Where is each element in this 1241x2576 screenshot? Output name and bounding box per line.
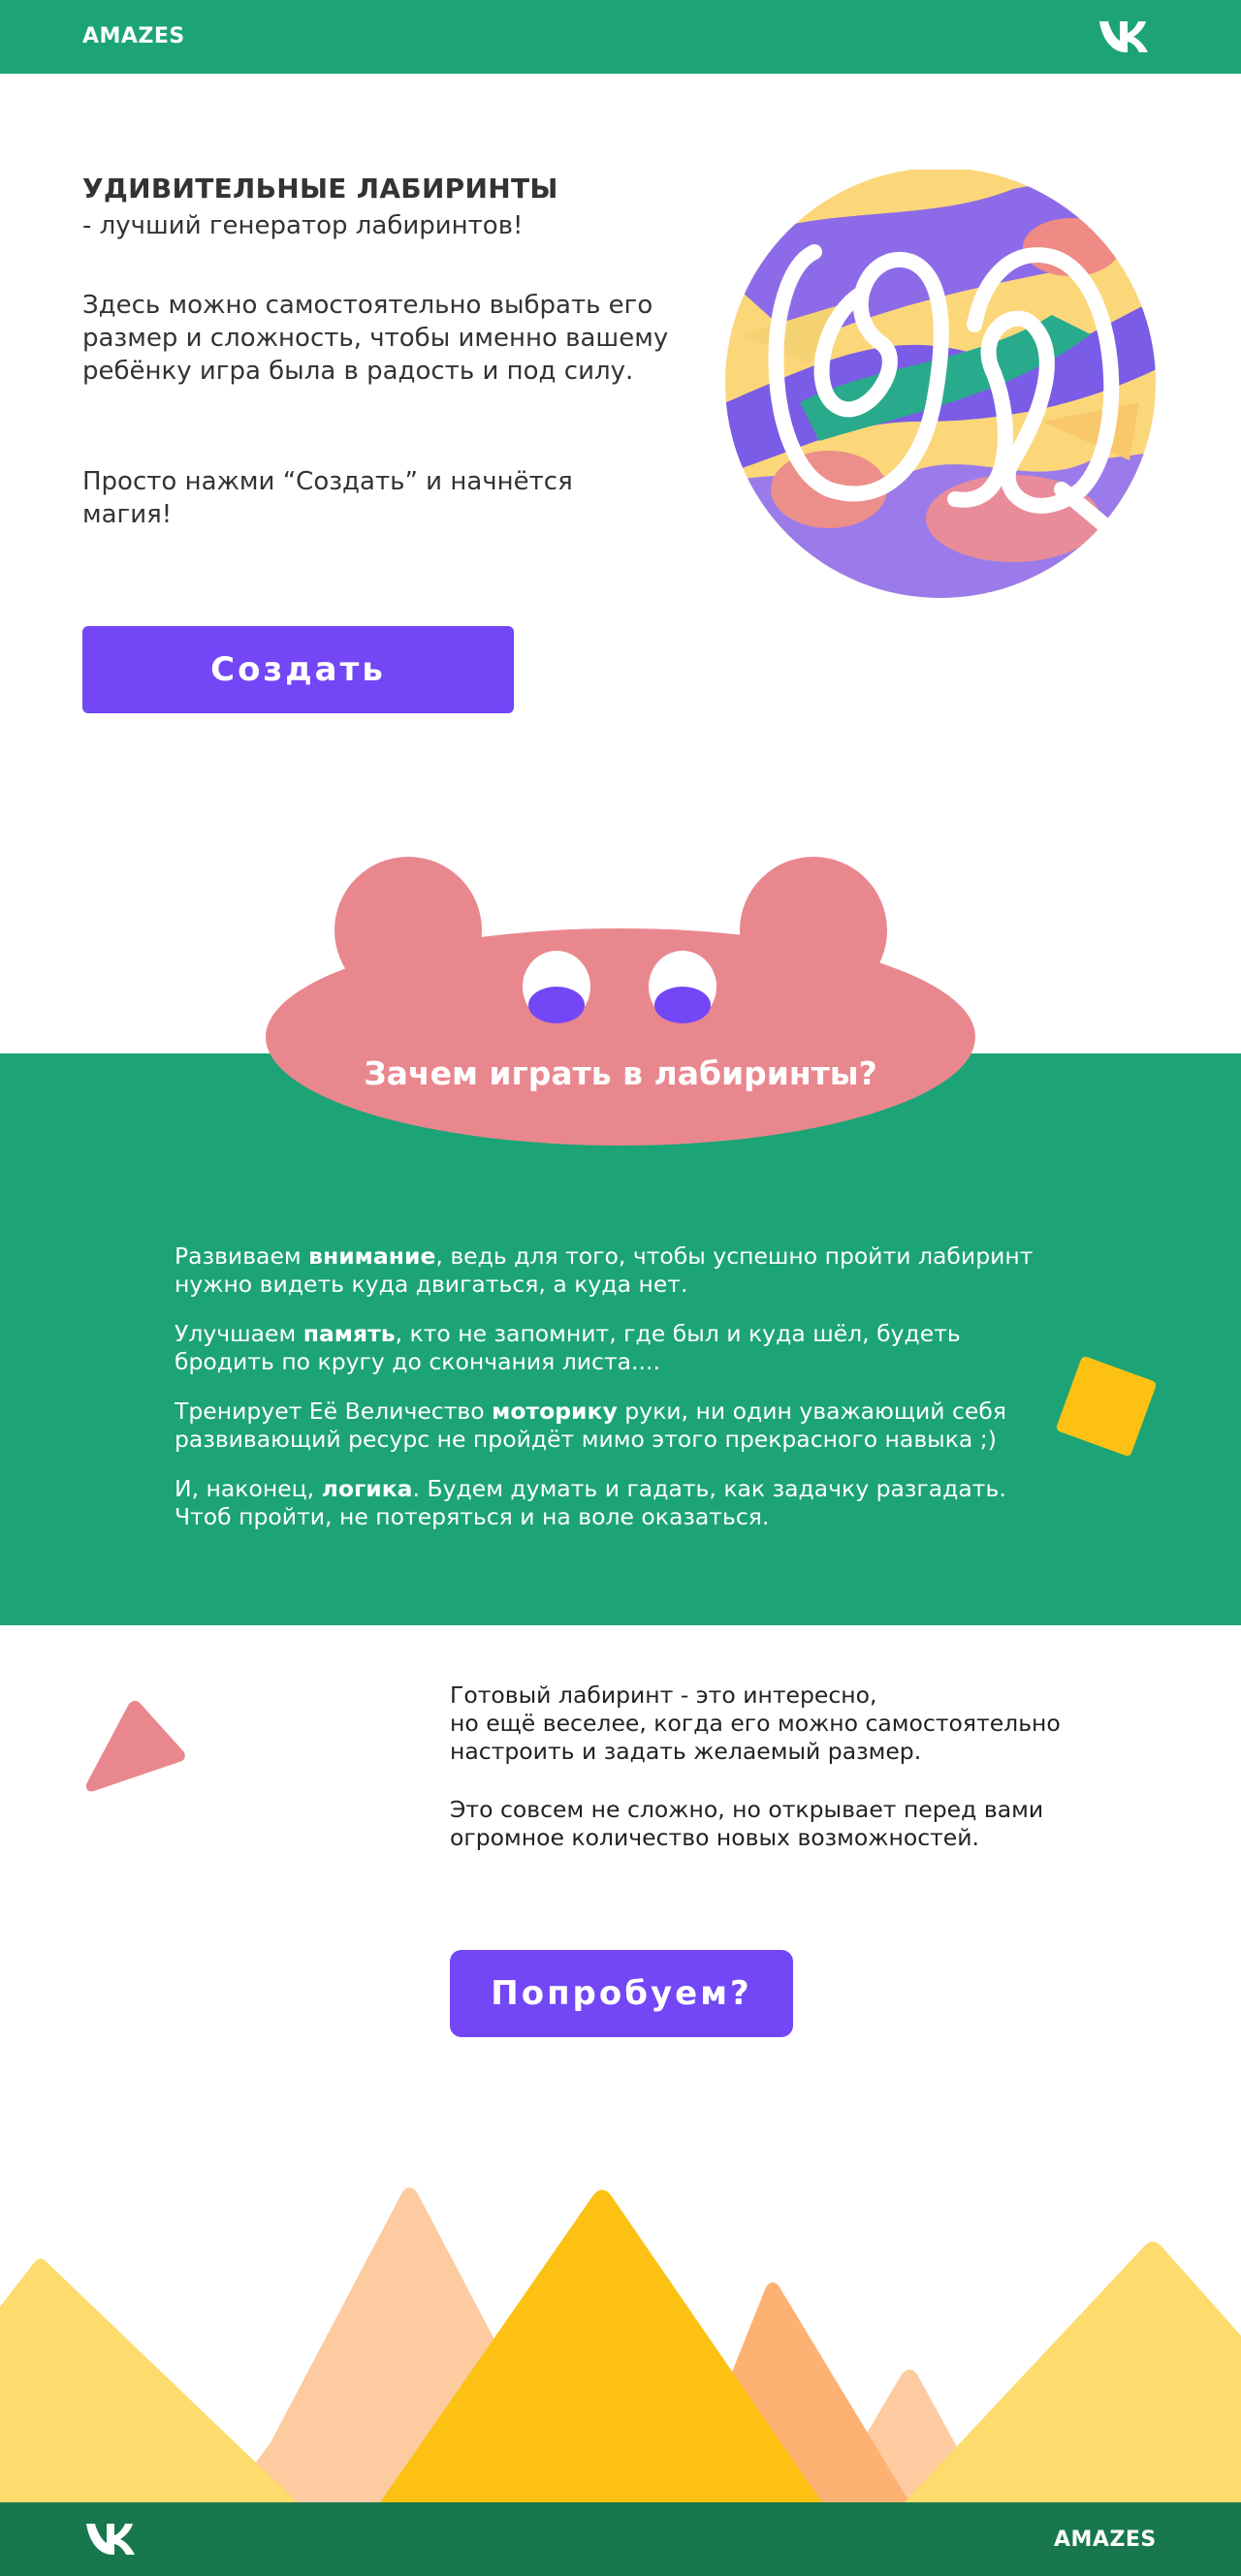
- benefit-memory: Улучшаем память, кто не запомнит, где бы…: [175, 1320, 961, 1375]
- footer-logo[interactable]: AMAZES: [1054, 2528, 1157, 2552]
- site-footer: AMAZES: [0, 2502, 1241, 2576]
- try-button[interactable]: Попробуем?: [450, 1950, 793, 2037]
- custom-line2: но ещё веселее, когда его можно самостоя…: [450, 1710, 1061, 1765]
- vk-logo-svg: [86, 2524, 135, 2555]
- bear-mascot-icon: [266, 857, 975, 1146]
- why-title: Зачем играть в лабиринты?: [364, 1054, 877, 1092]
- custom-line1: Готовый лабиринт - это интересно,: [450, 1681, 877, 1709]
- benefit-attention: Развиваем внимание, ведь для того, чтобы…: [175, 1242, 1034, 1298]
- custom-description: Готовый лабиринт - это интересно, но ещё…: [450, 1681, 1129, 1766]
- vk-icon[interactable]: [82, 2522, 144, 2560]
- decorative-triangle: [85, 1701, 185, 1792]
- custom-possibilities: Это совсем не сложно, но открывает перед…: [450, 1796, 1044, 1851]
- benefit-motor-skills: Тренирует Её Величество моторику руки, н…: [175, 1398, 1007, 1453]
- benefit-logic: И, наконец, логика. Будем думать и гадат…: [175, 1475, 1006, 1530]
- mountains-illustration: [0, 2187, 1241, 2505]
- why-benefits-list: Развиваем внимание, ведь для того, чтобы…: [175, 1242, 1047, 1553]
